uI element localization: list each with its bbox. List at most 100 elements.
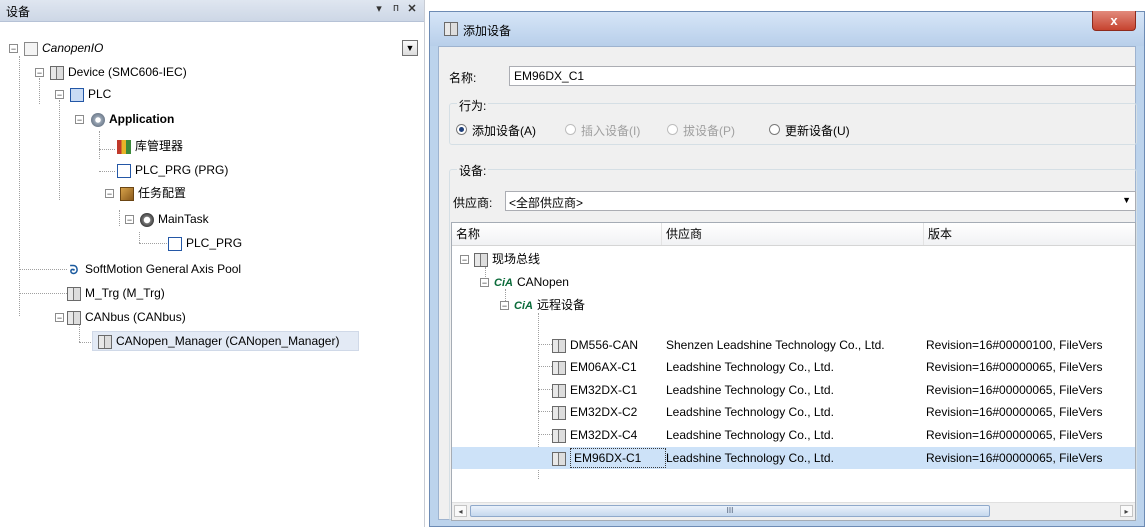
dialog-titlebar[interactable]: 添加设备 x — [430, 11, 1144, 46]
device-vendor: Leadshine Technology Co., Ltd. — [666, 360, 834, 374]
column-vendor[interactable]: 供应商 — [662, 223, 924, 245]
tree-item-maintask[interactable]: MainTask — [140, 209, 209, 229]
tree-item-softmotion[interactable]: ᘒ SoftMotion General Axis Pool — [67, 259, 241, 279]
collapse-icon[interactable]: − — [35, 68, 44, 78]
library-books-icon — [117, 139, 131, 154]
device-name: EM32DX-C4 — [570, 428, 638, 442]
name-label: 名称: — [449, 71, 477, 85]
add-device-radio-label[interactable]: 添加设备(A) — [472, 122, 536, 139]
device-name: EM96DX-C1 — [574, 451, 642, 465]
horizontal-scrollbar[interactable]: ◂ III ▸ — [452, 502, 1135, 520]
task-config-icon — [120, 186, 134, 201]
tree-item-task-config[interactable]: 任务配置 — [120, 183, 186, 203]
pin-icon[interactable]: ᴨ — [389, 2, 403, 18]
scroll-right-icon[interactable]: ▸ — [1120, 505, 1133, 517]
device-group-label: 设备: — [457, 162, 489, 179]
tree-item-application[interactable]: Application — [91, 109, 174, 129]
device-icon — [552, 383, 566, 398]
vendor-select[interactable]: <全部供应商> ▼ — [505, 191, 1136, 211]
tree-item-label: MainTask — [158, 212, 209, 226]
update-device-radio-label[interactable]: 更新设备(U) — [785, 122, 850, 139]
collapse-icon[interactable]: − — [460, 255, 469, 265]
collapse-icon[interactable]: − — [9, 44, 18, 54]
device-icon — [444, 22, 458, 36]
application-gear-icon — [91, 112, 105, 127]
device-icon — [50, 65, 64, 80]
tree-item-library-manager[interactable]: 库管理器 — [117, 136, 183, 156]
collapse-icon[interactable]: − — [105, 189, 114, 199]
device-icon — [474, 252, 488, 267]
tree-item-canopen-manager[interactable]: CANopen_Manager (CANopen_Manager) — [98, 331, 339, 351]
table-row-selected[interactable]: EM96DX-C1 Leadshine Technology Co., Ltd.… — [452, 447, 1135, 469]
device-icon — [552, 405, 566, 420]
table-row[interactable]: EM06AX-C1 Leadshine Technology Co., Ltd.… — [452, 356, 1135, 378]
close-panel-icon[interactable]: ✕ — [405, 2, 419, 18]
device-vendor: Leadshine Technology Co., Ltd. — [666, 405, 834, 419]
tree-item-label: CanopenIO — [42, 41, 104, 55]
tree-item-maintask-prg[interactable]: PLC_PRG — [168, 233, 242, 253]
tree-item-label: PLC_PRG — [186, 236, 243, 250]
program-call-icon — [168, 236, 182, 251]
column-name[interactable]: 名称 — [452, 223, 662, 245]
device-vendor: Leadshine Technology Co., Ltd. — [666, 383, 834, 397]
device-icon — [67, 286, 81, 301]
cia-logo-icon: CiA — [514, 300, 533, 312]
table-row[interactable]: EM32DX-C2 Leadshine Technology Co., Ltd.… — [452, 401, 1135, 423]
axis-pool-icon: ᘒ — [67, 262, 81, 277]
dialog-body: 名称: EM96DX_C1 行为: 添加设备(A) 插入设备(I) 拔设备(P)… — [438, 46, 1137, 521]
cia-logo-icon: CiA — [494, 277, 513, 289]
tree-item-plc[interactable]: PLC — [70, 84, 111, 104]
tree-item-label: M_Trg (M_Trg) — [85, 286, 165, 300]
collapse-icon[interactable]: − — [480, 278, 489, 288]
device-icon — [552, 451, 566, 466]
device-name: DM556-CAN — [570, 338, 639, 352]
dialog-title: 添加设备 — [463, 24, 512, 38]
add-device-radio[interactable] — [456, 124, 467, 135]
update-device-radio[interactable] — [769, 124, 780, 135]
tree-item-m-trg[interactable]: M_Trg (M_Trg) — [67, 283, 165, 303]
collapse-icon[interactable]: − — [55, 90, 64, 100]
name-field[interactable]: EM96DX_C1 — [509, 66, 1136, 86]
tree-item-project[interactable]: CanopenIO — [24, 38, 103, 58]
panel-menu-icon[interactable]: ▾ — [372, 2, 386, 18]
scroll-left-icon[interactable]: ◂ — [454, 505, 467, 517]
plug-device-radio[interactable] — [667, 124, 678, 135]
task-icon — [140, 212, 154, 227]
program-doc-icon — [117, 163, 131, 178]
devices-panel: 设备 ▾ ᴨ ✕ ▼ − CanopenIO − Device (SMC606-… — [0, 0, 425, 527]
tree-item-label: PLC_PRG (PRG) — [135, 163, 229, 177]
action-group-label: 行为: — [457, 97, 489, 114]
scroll-thumb[interactable]: III — [470, 505, 990, 517]
table-row[interactable]: EM32DX-C1 Leadshine Technology Co., Ltd.… — [452, 379, 1135, 401]
add-device-dialog: 添加设备 x 名称: EM96DX_C1 行为: 添加设备(A) 插入设备(I)… — [429, 11, 1145, 527]
close-button[interactable]: x — [1092, 11, 1136, 31]
device-icon — [552, 428, 566, 443]
remote-devices-label: 远程设备 — [536, 298, 585, 312]
fieldbus-label: 现场总线 — [492, 252, 541, 266]
column-version[interactable]: 版本 — [924, 223, 1135, 245]
collapse-icon[interactable]: − — [500, 301, 509, 311]
list-item-canopen[interactable]: − CiA CANopen — [452, 271, 1135, 293]
tree-dropdown-button[interactable]: ▼ — [402, 40, 418, 56]
insert-device-radio[interactable] — [565, 124, 576, 135]
devices-panel-title: 设备 — [6, 5, 31, 19]
table-row[interactable]: DM556-CAN Shenzen Leadshine Technology C… — [452, 334, 1135, 356]
collapse-icon[interactable]: − — [125, 215, 134, 225]
list-item-fieldbus[interactable]: − 现场总线 — [452, 248, 1135, 270]
tree-item-plc-prg[interactable]: PLC_PRG (PRG) — [117, 160, 228, 180]
tree-item-canbus[interactable]: CANbus (CANbus) — [67, 307, 186, 327]
insert-device-radio-label: 插入设备(I) — [581, 124, 641, 138]
table-row[interactable]: EM32DX-C4 Leadshine Technology Co., Ltd.… — [452, 424, 1135, 446]
collapse-icon[interactable]: − — [55, 313, 64, 323]
tree-item-label: CANopen_Manager (CANopen_Manager) — [116, 334, 340, 348]
tree-item-device[interactable]: Device (SMC606-IEC) — [50, 62, 187, 82]
chevron-down-icon: ▼ — [1122, 195, 1131, 205]
device-list: 名称 供应商 版本 − 现场总线 − CiA CANopen − CiA 远程设… — [451, 222, 1136, 521]
device-version: Revision=16#00000065, FileVers — [926, 383, 1103, 397]
tree-item-label: Application — [109, 112, 175, 126]
device-list-header: 名称 供应商 版本 — [452, 223, 1135, 246]
list-item-remote-devices[interactable]: − CiA 远程设备 — [452, 294, 1135, 316]
device-name: EM32DX-C1 — [570, 383, 638, 397]
tree-item-label: 任务配置 — [138, 186, 187, 200]
collapse-icon[interactable]: − — [75, 115, 84, 125]
